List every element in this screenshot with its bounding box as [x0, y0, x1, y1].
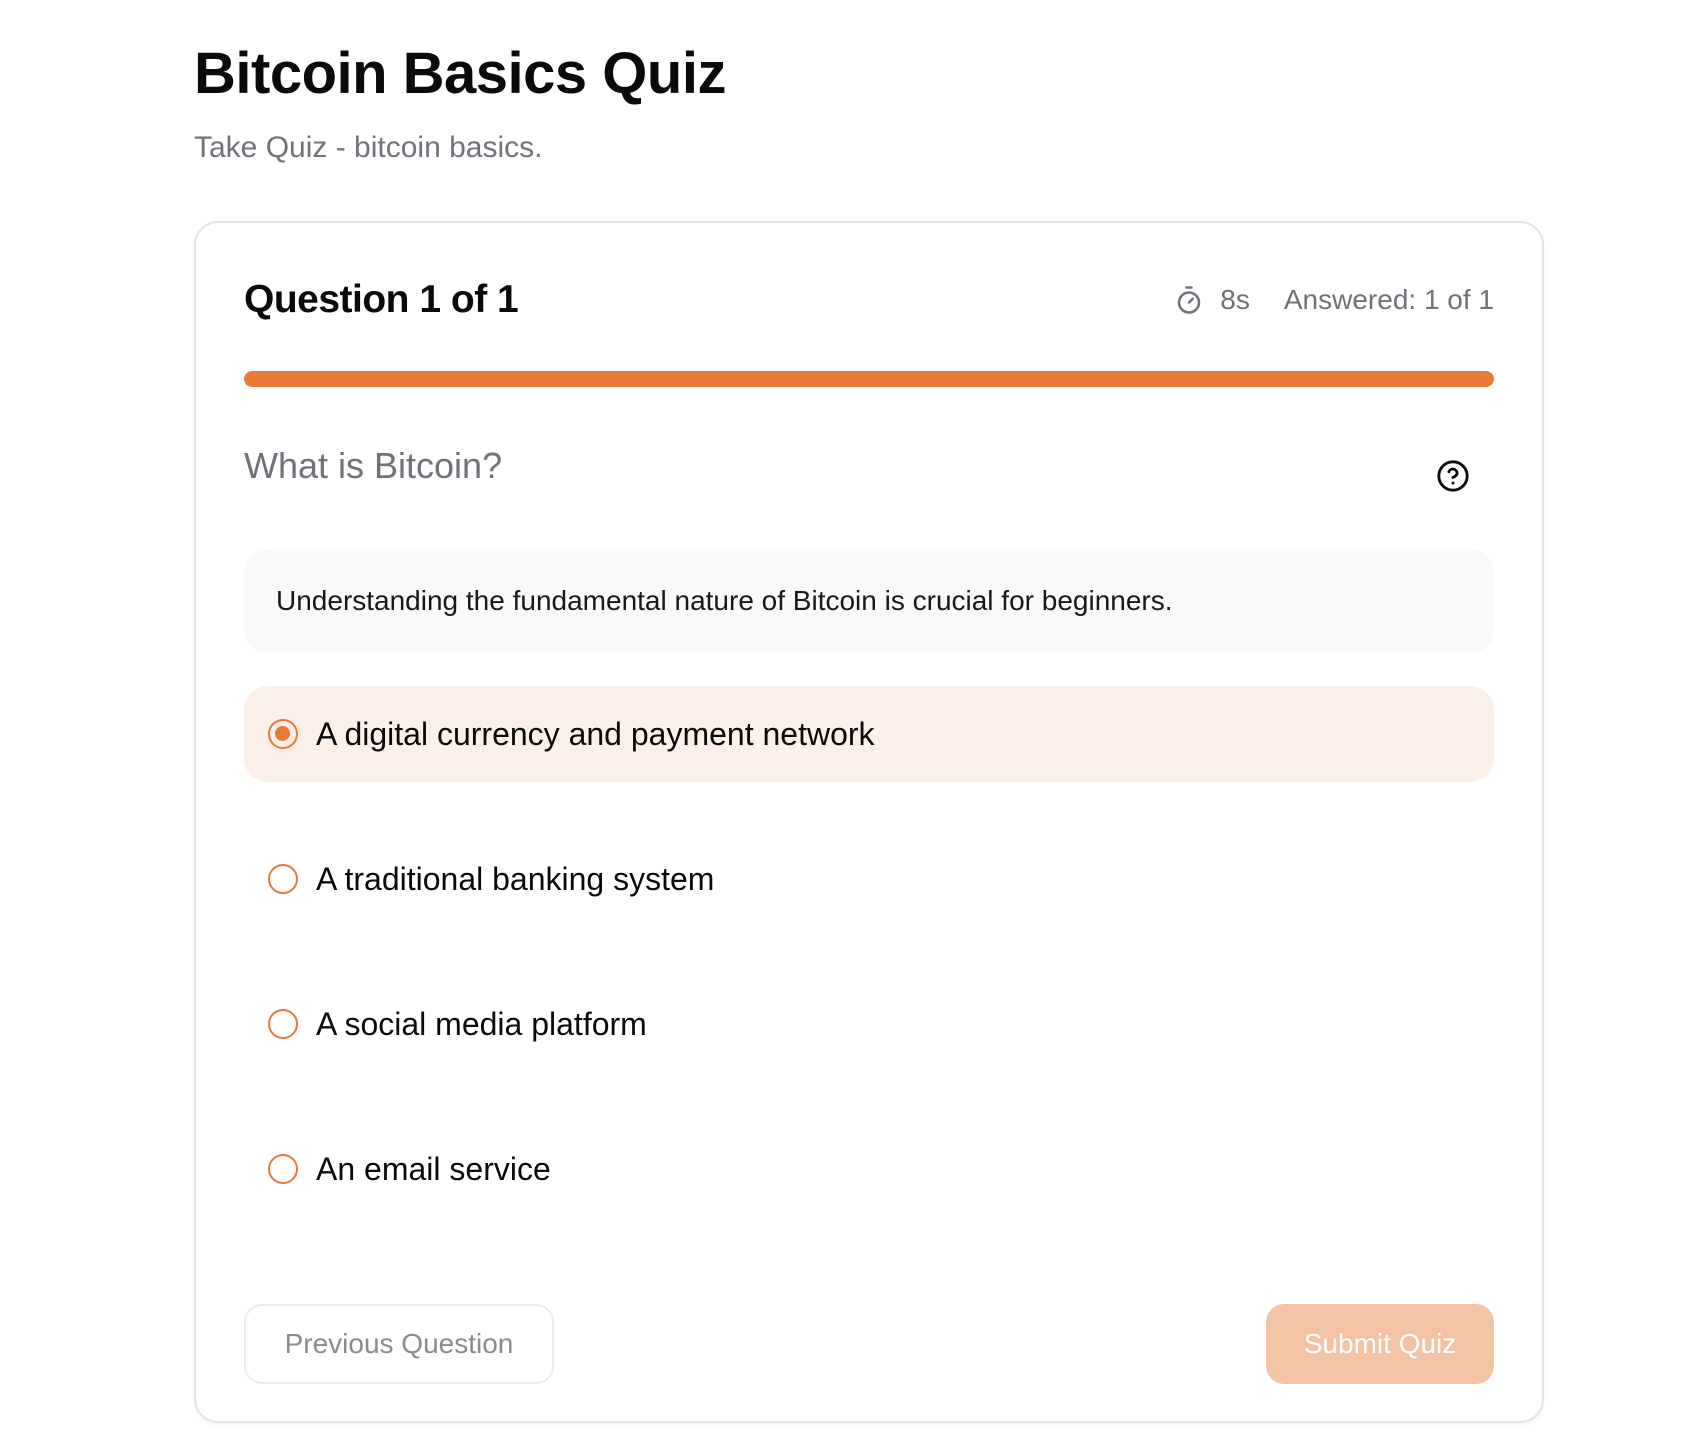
answer-option[interactable]: An email service	[244, 1121, 1494, 1217]
answer-option[interactable]: A social media platform	[244, 976, 1494, 1072]
radio-button[interactable]	[268, 864, 298, 894]
question-header: Question 1 of 1 8s Answered: 1 of 1	[244, 275, 1494, 325]
progress-bar	[244, 371, 1494, 387]
answer-option[interactable]: A digital currency and payment network	[244, 686, 1494, 782]
answer-option-label: A social media platform	[316, 1005, 647, 1042]
answer-option-label: A digital currency and payment network	[316, 715, 875, 752]
submit-quiz-button[interactable]: Submit Quiz	[1266, 1304, 1494, 1384]
previous-question-button[interactable]: Previous Question	[244, 1304, 554, 1384]
radio-button[interactable]	[268, 719, 298, 749]
quiz-meta: 8s Answered: 1 of 1	[1174, 275, 1494, 325]
page-title: Bitcoin Basics Quiz	[194, 41, 726, 106]
page-subtitle: Take Quiz - bitcoin basics.	[194, 131, 543, 164]
progress-fill	[244, 371, 1494, 387]
timer-value: 8s	[1220, 284, 1250, 315]
answer-option-label: An email service	[316, 1150, 551, 1187]
quiz-card: Question 1 of 1 8s Answered: 1 of 1 What…	[194, 221, 1544, 1423]
help-circle-icon[interactable]	[1436, 459, 1470, 493]
question-text: What is Bitcoin?	[244, 445, 503, 486]
answer-options: A digital currency and payment network A…	[244, 686, 1494, 1266]
timer-icon	[1178, 286, 1201, 314]
hint-box: Understanding the fundamental nature of …	[244, 549, 1494, 653]
question-counter: Question 1 of 1	[244, 278, 519, 321]
radio-button[interactable]	[268, 1154, 298, 1184]
answer-option[interactable]: A traditional banking system	[244, 831, 1494, 927]
answered-count: Answered: 1 of 1	[1283, 284, 1494, 315]
radio-button[interactable]	[268, 1009, 298, 1039]
answer-option-label: A traditional banking system	[316, 860, 715, 897]
